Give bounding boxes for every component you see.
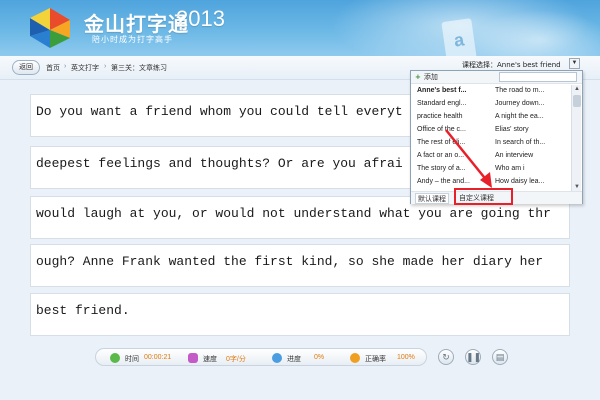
add-course-label: 添加 bbox=[423, 73, 438, 81]
course-item[interactable]: Elias' story bbox=[495, 124, 573, 136]
text-line[interactable]: best friend. bbox=[30, 293, 570, 336]
scroll-down-icon[interactable]: ▼ bbox=[573, 183, 581, 191]
dropdown-scrollbar[interactable]: ▲ ▼ bbox=[571, 85, 581, 191]
course-item[interactable]: Standard engl... bbox=[417, 98, 495, 110]
app-header: 金山打字通 2013 陪小时成为打字高手 a bbox=[0, 0, 600, 56]
breadcrumb-current-level: 第三关：文章练习 bbox=[111, 64, 167, 72]
report-icon: ▤ bbox=[495, 352, 505, 362]
course-item[interactable]: How daisy lea... bbox=[495, 176, 573, 188]
app-year: 2013 bbox=[176, 6, 225, 31]
restart-icon: ↻ bbox=[442, 352, 450, 362]
add-course-button[interactable]: + 添加 bbox=[415, 72, 438, 82]
course-item[interactable]: Who am i bbox=[495, 163, 573, 175]
course-item[interactable]: practice health bbox=[417, 111, 495, 123]
scroll-up-icon[interactable]: ▲ bbox=[573, 85, 581, 93]
annotation-highlight-box bbox=[454, 188, 513, 205]
restart-button[interactable]: ↻ bbox=[438, 349, 454, 365]
status-bar: 时间 00:00:21 速度 0字/分 进度 0% 正确率 100% bbox=[95, 348, 427, 366]
course-item[interactable]: The road to m... bbox=[495, 85, 573, 97]
scrollbar-thumb[interactable] bbox=[573, 95, 581, 107]
report-button[interactable]: ▤ bbox=[492, 349, 508, 365]
pause-icon: ❚❚ bbox=[466, 352, 482, 362]
course-select-label[interactable]: 课程选择：Anne's best friend bbox=[462, 60, 561, 70]
course-item[interactable]: Journey down... bbox=[495, 98, 573, 110]
app-tagline: 陪小时成为打字高手 bbox=[92, 35, 173, 44]
decorative-letter-card: a bbox=[441, 18, 477, 56]
text-line-content: would laugh at you, or would not underst… bbox=[36, 206, 551, 221]
breadcrumb-separator: › bbox=[64, 63, 67, 70]
app-logo-icon bbox=[30, 8, 70, 48]
time-label: 时间 bbox=[125, 355, 139, 363]
text-line-content: best friend. bbox=[36, 303, 130, 318]
speed-icon bbox=[188, 353, 198, 363]
accuracy-icon bbox=[350, 353, 360, 363]
text-line[interactable]: ough? Anne Frank wanted the first kind, … bbox=[30, 244, 570, 287]
text-line-content: ough? Anne Frank wanted the first kind, … bbox=[36, 254, 544, 269]
back-button[interactable]: 返回 bbox=[12, 60, 40, 75]
clock-icon bbox=[110, 353, 120, 363]
annotation-arrow-icon bbox=[445, 129, 492, 188]
app-name: 金山打字通 bbox=[84, 12, 189, 36]
speed-label: 速度 bbox=[203, 355, 217, 363]
course-item[interactable]: A night the ea... bbox=[495, 111, 573, 123]
header-cloud bbox=[470, 10, 600, 56]
progress-value: 0% bbox=[314, 354, 325, 361]
time-value: 00:00:21 bbox=[144, 354, 172, 361]
course-item[interactable]: An interview bbox=[495, 150, 573, 162]
course-item[interactable]: Anne's best f... bbox=[417, 85, 495, 97]
accuracy-value: 100% bbox=[397, 354, 415, 361]
breadcrumb-english-typing[interactable]: 英文打字 bbox=[71, 63, 99, 73]
course-item[interactable]: In search of th... bbox=[495, 137, 573, 149]
course-search-input[interactable] bbox=[499, 72, 577, 82]
pause-button[interactable]: ❚❚ bbox=[465, 349, 481, 365]
tab-default-courses[interactable]: 默认课程 bbox=[415, 193, 449, 204]
dropdown-header: + 添加 bbox=[411, 71, 582, 84]
breadcrumb-home[interactable]: 首页 bbox=[46, 63, 60, 73]
accuracy-label: 正确率 bbox=[365, 355, 386, 363]
chevron-down-icon[interactable]: ▼ bbox=[569, 58, 580, 69]
plus-icon: + bbox=[415, 73, 421, 81]
breadcrumb-separator: › bbox=[104, 63, 107, 70]
progress-icon bbox=[272, 353, 282, 363]
progress-label: 进度 bbox=[287, 355, 301, 363]
speed-value: 0字/分 bbox=[226, 356, 246, 363]
